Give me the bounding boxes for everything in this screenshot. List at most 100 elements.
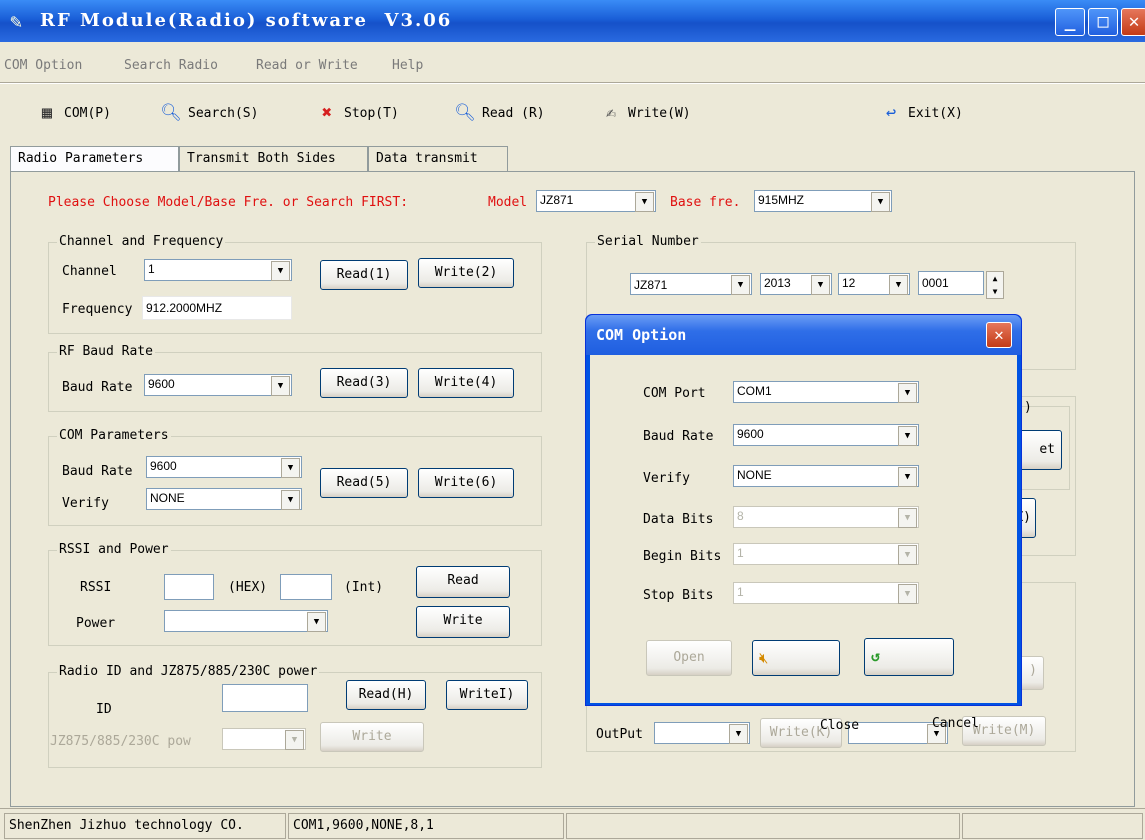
- rssi-int-field[interactable]: [280, 574, 332, 600]
- com-verify-select[interactable]: NONE ▼: [146, 488, 302, 510]
- dialog-close-button[interactable]: ✕: [986, 322, 1012, 348]
- status-pane-3: [566, 813, 960, 839]
- maximize-button[interactable]: □: [1088, 8, 1118, 36]
- open-button[interactable]: Open: [646, 640, 732, 676]
- pow-select[interactable]: ▼: [222, 728, 306, 750]
- chevron-down-icon[interactable]: ▼: [898, 426, 917, 446]
- dialog-verify-value: NONE: [737, 468, 772, 482]
- chevron-down-icon[interactable]: ▼: [271, 261, 290, 281]
- dialog-baud-select[interactable]: 9600 ▼: [733, 424, 919, 446]
- cancel-button[interactable]: ↺ Cancel: [864, 638, 979, 731]
- power-write-button[interactable]: Write: [416, 606, 510, 638]
- channel-read-button[interactable]: Read(1): [320, 260, 408, 290]
- pow-write-button[interactable]: Write: [320, 722, 424, 752]
- model-label: Model: [488, 195, 528, 210]
- chevron-down-icon[interactable]: ▼: [271, 376, 290, 396]
- exit-tool-button[interactable]: ↩ Exit(X): [880, 102, 963, 124]
- tab-data-transmit[interactable]: Data transmit: [368, 146, 508, 172]
- radio-id-read-button[interactable]: Read(H): [346, 680, 426, 710]
- chevron-down-icon[interactable]: ▼: [811, 275, 830, 295]
- serial-spinner[interactable]: ▲ ▼: [986, 271, 1004, 299]
- chevron-down-icon[interactable]: ▼: [307, 612, 326, 632]
- chevron-down-icon[interactable]: ▼: [285, 730, 304, 750]
- com-baud-select[interactable]: 9600 ▼: [146, 456, 302, 478]
- output-select-1[interactable]: ▼: [654, 722, 750, 744]
- window-title: RF Module(Radio) software V3.06: [40, 10, 453, 31]
- menu-com-option[interactable]: COM Option: [4, 58, 82, 73]
- status-port-settings: COM1,9600,NONE,8,1: [288, 813, 564, 839]
- chevron-down-icon[interactable]: ▼: [889, 275, 908, 295]
- pow-label: JZ875/885/230C pow: [50, 734, 191, 749]
- hex-label: (HEX): [228, 580, 268, 595]
- chevron-down-icon[interactable]: ▼: [729, 724, 748, 744]
- rf-baud-select[interactable]: 9600 ▼: [144, 374, 292, 396]
- radio-id-write-button[interactable]: WriteI): [446, 680, 528, 710]
- serial-model-select[interactable]: JZ871 ▼: [630, 273, 752, 295]
- chevron-down-icon[interactable]: ▼: [898, 467, 917, 487]
- chevron-down-icon[interactable]: ▼: [281, 458, 300, 478]
- menu-help[interactable]: Help: [392, 58, 423, 73]
- rf-read-button[interactable]: Read(3): [320, 368, 408, 398]
- serial-month-select[interactable]: 12 ▼: [838, 273, 910, 295]
- rssi-hex-field[interactable]: [164, 574, 214, 600]
- int-label: (Int): [344, 580, 384, 595]
- chevron-down-icon[interactable]: ▼: [898, 383, 917, 403]
- serial-number-field[interactable]: 0001: [918, 271, 984, 295]
- com-port-label: COM Port: [643, 386, 706, 401]
- com-port-value: COM1: [737, 384, 772, 398]
- chevron-down-icon[interactable]: ▼: [898, 508, 917, 528]
- exit-icon: ↩: [885, 103, 897, 123]
- group-title: Serial Number: [595, 234, 701, 249]
- status-company: ShenZhen Jizhuo technology CO.: [4, 813, 286, 839]
- base-fre-value: 915MHZ: [758, 193, 805, 207]
- chevron-down-icon[interactable]: ▼: [898, 545, 917, 565]
- frequency-label: Frequency: [62, 302, 133, 317]
- channel-select[interactable]: 1 ▼: [144, 259, 292, 281]
- read-tool-button[interactable]: 🔍︎ Read (R): [454, 102, 544, 124]
- channel-frequency-group: Channel and Frequency: [48, 234, 542, 334]
- chevron-down-icon[interactable]: ▼: [731, 275, 750, 295]
- chevron-down-icon[interactable]: ▼: [635, 192, 654, 212]
- menu-search-radio[interactable]: Search Radio: [124, 58, 218, 73]
- search-tool-button[interactable]: 🔍︎ Search(S): [160, 102, 258, 124]
- com-tool-label: COM(P): [64, 105, 111, 121]
- tab-transmit-both-sides[interactable]: Transmit Both Sides: [179, 146, 368, 172]
- rf-write-button[interactable]: Write(4): [418, 368, 514, 398]
- com-option-dialog: COM Option ✕ COM Port COM1 ▼ Baud Rate 9…: [585, 314, 1022, 733]
- com-port-select[interactable]: COM1 ▼: [733, 381, 919, 403]
- dialog-close-action-button[interactable]: 🔇︎ Close: [752, 640, 859, 733]
- model-value: JZ871: [540, 193, 574, 207]
- stop-bits-select[interactable]: 1 ▼: [733, 582, 919, 604]
- stop-tool-button[interactable]: ✖ Stop(T): [316, 102, 399, 124]
- begin-bits-select[interactable]: 1 ▼: [733, 543, 919, 565]
- data-bits-label: Data Bits: [643, 512, 714, 527]
- dialog-verify-select[interactable]: NONE ▼: [733, 465, 919, 487]
- base-fre-label: Base fre.: [670, 195, 741, 210]
- rssi-read-button[interactable]: Read: [416, 566, 510, 598]
- chevron-down-icon[interactable]: ▼: [871, 192, 890, 212]
- com-baud-value: 9600: [150, 459, 177, 473]
- chevron-down-icon[interactable]: ▼: [898, 584, 917, 604]
- dialog-title: COM Option: [596, 326, 687, 344]
- channel-write-button[interactable]: Write(2): [418, 258, 514, 288]
- power-select[interactable]: ▼: [164, 610, 328, 632]
- base-fre-select[interactable]: 915MHZ ▼: [754, 190, 892, 212]
- radio-id-field[interactable]: [222, 684, 308, 712]
- serial-year-select[interactable]: 2013 ▼: [760, 273, 832, 295]
- menu-read-or-write[interactable]: Read or Write: [256, 58, 358, 73]
- minimize-button[interactable]: _: [1055, 8, 1085, 36]
- write-tool-button[interactable]: ✍ Write(W): [600, 102, 691, 124]
- tab-radio-parameters[interactable]: Radio Parameters: [10, 146, 179, 172]
- chevron-down-icon[interactable]: ▼: [281, 490, 300, 510]
- data-bits-select[interactable]: 8 ▼: [733, 506, 919, 528]
- dialog-baud-label: Baud Rate: [643, 429, 714, 444]
- com-tool-button[interactable]: ▦ COM(P): [36, 102, 111, 124]
- undo-icon: ↺: [871, 647, 881, 665]
- model-select[interactable]: JZ871 ▼: [536, 190, 656, 212]
- close-button[interactable]: ✕: [1121, 8, 1145, 36]
- com-read-button[interactable]: Read(5): [320, 468, 408, 498]
- frequency-field[interactable]: 912.2000MHZ: [142, 296, 292, 320]
- status-pane-4: [962, 813, 1143, 839]
- com-write-button[interactable]: Write(6): [418, 468, 514, 498]
- stop-tool-label: Stop(T): [344, 105, 399, 121]
